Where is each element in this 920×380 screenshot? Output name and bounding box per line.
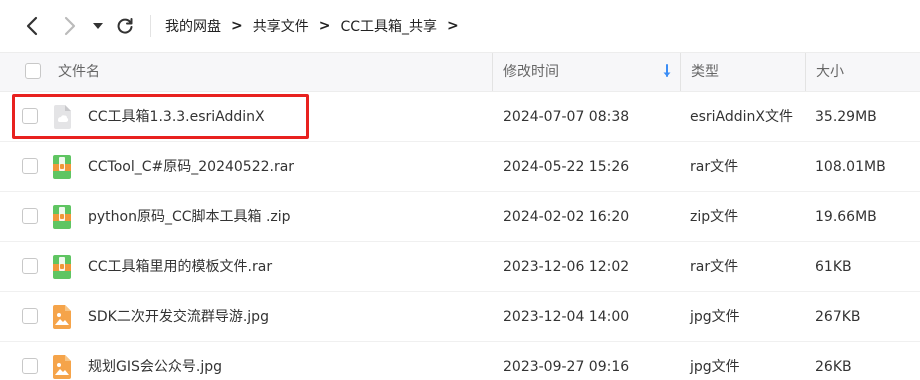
breadcrumb-separator-icon: >: [447, 18, 459, 34]
row-checkbox[interactable]: [22, 308, 38, 324]
forward-button[interactable]: [58, 14, 82, 38]
file-name[interactable]: python原码_CC脚本工具箱 .zip: [88, 192, 291, 242]
history-dropdown-button[interactable]: [88, 14, 108, 38]
file-size: 19.66MB: [815, 209, 877, 225]
caret-down-icon: [93, 23, 103, 29]
back-button[interactable]: [20, 14, 44, 38]
column-header-size[interactable]: 大小: [816, 53, 844, 91]
column-divider: [680, 53, 681, 91]
file-modified-time: 2024-02-02 16:20: [503, 209, 630, 225]
row-checkbox[interactable]: [22, 258, 38, 274]
file-size: 108.01MB: [815, 159, 886, 175]
breadcrumb: 我的网盘 > 共享文件 > CC工具箱_共享 >: [165, 0, 469, 52]
file-row[interactable]: CC工具箱1.3.3.esriAddinX 2024-07-07 08:38 e…: [0, 92, 920, 142]
refresh-button[interactable]: [113, 14, 137, 38]
file-name[interactable]: CC工具箱里用的模板文件.rar: [88, 242, 272, 292]
file-name[interactable]: 规划GIS会公众号.jpg: [88, 342, 222, 380]
file-name[interactable]: CCTool_C#原码_20240522.rar: [88, 142, 294, 192]
file-size: 267KB: [815, 309, 861, 325]
file-type: rar文件: [690, 259, 739, 275]
file-list-header: 文件名 修改时间 类型 大小: [0, 52, 920, 92]
row-checkbox[interactable]: [22, 358, 38, 374]
file-name[interactable]: CC工具箱1.3.3.esriAddinX: [88, 92, 265, 142]
file-size: 61KB: [815, 259, 852, 275]
file-modified-time: 2023-12-06 12:02: [503, 259, 630, 275]
breadcrumb-item-my-drive[interactable]: 我的网盘: [165, 16, 221, 36]
file-size: 26KB: [815, 359, 852, 375]
file-modified-time: 2024-07-07 08:38: [503, 109, 630, 125]
archive-icon: [53, 255, 71, 279]
file-type: rar文件: [690, 159, 739, 175]
file-row[interactable]: SDK二次开发交流群导游.jpg 2023-12-04 14:00 jpg文件 …: [0, 292, 920, 342]
file-modified-time: 2023-09-27 09:16: [503, 359, 630, 375]
file-name[interactable]: SDK二次开发交流群导游.jpg: [88, 292, 269, 342]
chevron-right-icon: [64, 16, 76, 36]
file-modified-time: 2023-12-04 14:00: [503, 309, 630, 325]
file-type: esriAddinX文件: [690, 109, 794, 125]
image-icon: [53, 355, 71, 379]
row-checkbox[interactable]: [22, 108, 38, 124]
file-row[interactable]: 规划GIS会公众号.jpg 2023-09-27 09:16 jpg文件 26K…: [0, 342, 920, 380]
file-row[interactable]: CC工具箱里用的模板文件.rar 2023-12-06 12:02 rar文件 …: [0, 242, 920, 292]
column-header-type[interactable]: 类型: [691, 53, 719, 91]
toolbar-divider: [150, 15, 151, 37]
file-type: zip文件: [690, 209, 739, 225]
archive-icon: [53, 155, 71, 179]
toolbar: 我的网盘 > 共享文件 > CC工具箱_共享 >: [0, 0, 920, 52]
file-row[interactable]: CCTool_C#原码_20240522.rar 2024-05-22 15:2…: [0, 142, 920, 192]
file-type: jpg文件: [690, 309, 740, 325]
breadcrumb-item-shared-files[interactable]: 共享文件: [253, 16, 309, 36]
row-checkbox[interactable]: [22, 208, 38, 224]
column-divider: [805, 53, 806, 91]
file-modified-time: 2024-05-22 15:26: [503, 159, 630, 175]
breadcrumb-item-cc-toolbox[interactable]: CC工具箱_共享: [340, 16, 437, 36]
column-header-name[interactable]: 文件名: [58, 53, 100, 91]
refresh-icon: [117, 18, 133, 34]
select-all-checkbox[interactable]: [25, 63, 41, 79]
chevron-left-icon: [26, 16, 38, 36]
breadcrumb-separator-icon: >: [318, 18, 331, 34]
file-type: jpg文件: [690, 359, 740, 375]
image-icon: [53, 305, 71, 329]
esri-addin-icon: [54, 105, 71, 129]
breadcrumb-separator-icon: >: [231, 18, 243, 34]
column-divider: [492, 53, 493, 91]
sort-descending-icon[interactable]: [662, 64, 672, 78]
archive-icon: [53, 205, 71, 229]
row-checkbox[interactable]: [22, 158, 38, 174]
column-header-modified-time[interactable]: 修改时间: [503, 53, 559, 91]
file-row[interactable]: python原码_CC脚本工具箱 .zip 2024-02-02 16:20 z…: [0, 192, 920, 242]
file-size: 35.29MB: [815, 109, 877, 125]
